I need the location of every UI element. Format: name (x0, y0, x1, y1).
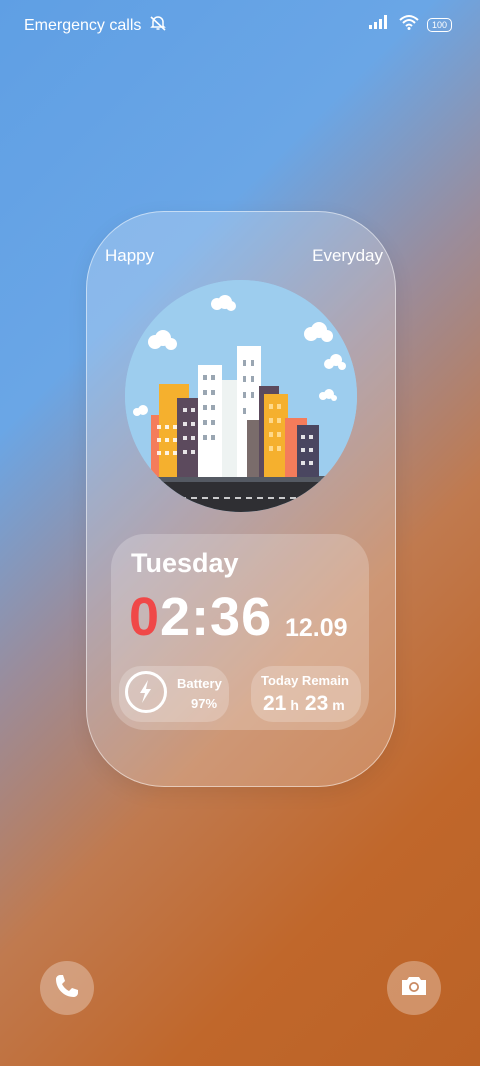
bolt-icon (125, 671, 167, 713)
remain-label: Today Remain (261, 673, 349, 688)
camera-icon (399, 971, 429, 1006)
battery-pill: Battery 97% (119, 666, 229, 722)
lockscreen-widget[interactable]: Happy Everyday Tuesday 02:36 12.09 Batte… (86, 211, 396, 787)
remain-hours-unit: h (290, 697, 299, 713)
camera-button[interactable] (387, 961, 441, 1015)
remain-pill: Today Remain 21 h 23 m (251, 666, 361, 722)
mute-bell-icon (149, 14, 167, 37)
status-left: Emergency calls (24, 14, 167, 37)
day-label: Tuesday (131, 548, 239, 578)
battery-label: Battery (177, 676, 222, 691)
clock-time: 02:36 (129, 586, 272, 648)
signal-icon (368, 15, 391, 34)
remain-minutes: 23 (304, 692, 329, 715)
clock-first-digit: 0 (129, 587, 161, 647)
battery-value: 97% (191, 696, 218, 711)
battery-icon: 100 (426, 17, 452, 32)
status-bar: Emergency calls 100 (0, 0, 480, 48)
clock-rest: 2:36 (160, 587, 273, 647)
carrier-text: Emergency calls (24, 16, 142, 34)
date-label: 12.09 (285, 614, 348, 642)
remain-hours: 21 (263, 692, 287, 715)
remain-value: 21 h 23 m (263, 692, 351, 716)
label-happy: Happy (105, 246, 155, 265)
status-right: 100 (368, 14, 452, 35)
remain-minutes-unit: m (332, 697, 345, 713)
city-illustration (125, 280, 357, 512)
wifi-icon (399, 14, 419, 35)
info-panel: Tuesday 02:36 12.09 Battery 97% Today Re… (111, 534, 369, 730)
phone-button[interactable] (40, 961, 94, 1015)
phone-icon (52, 971, 82, 1006)
label-everyday: Everyday (312, 246, 383, 265)
